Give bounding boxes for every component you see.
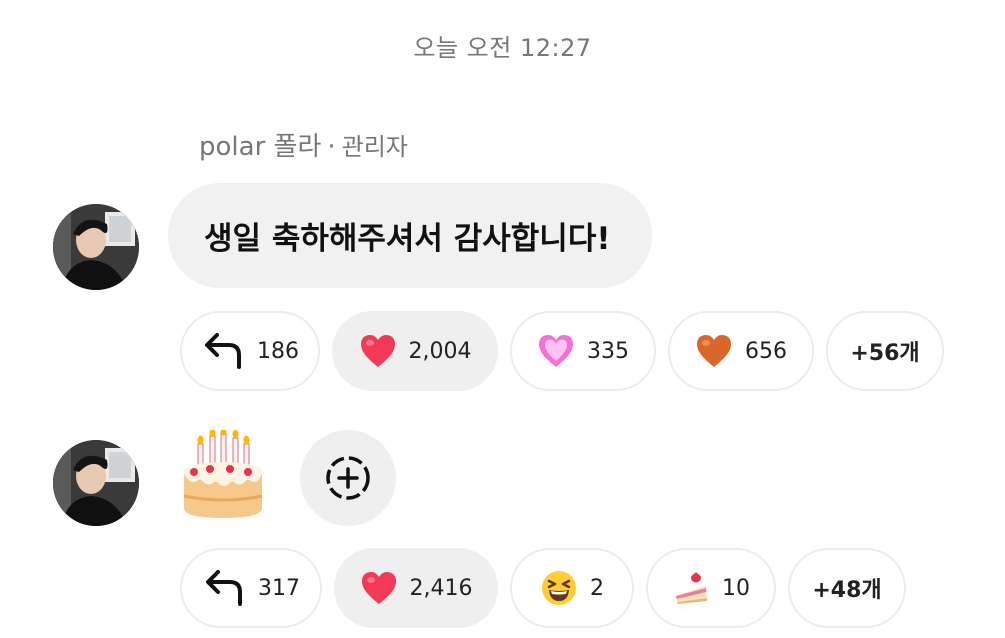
reply-arrow-icon: [205, 333, 241, 369]
more-reactions-button[interactable]: +56개: [826, 311, 944, 391]
message-bubble[interactable]: 생일 축하해주셔서 감사합니다!: [168, 183, 652, 288]
reply-count: 186: [257, 338, 299, 364]
add-reaction-button[interactable]: [300, 430, 396, 526]
reaction-count: 656: [745, 338, 787, 364]
sender-separator: ·: [327, 132, 336, 162]
orange-heart-icon: [697, 335, 731, 367]
avatar[interactable]: [53, 204, 139, 290]
reaction-chip[interactable]: 2,004: [332, 311, 498, 391]
reply-button[interactable]: 317: [180, 548, 322, 628]
reply-button[interactable]: 186: [180, 311, 320, 391]
reaction-chip[interactable]: 2: [510, 548, 634, 628]
avatar[interactable]: [53, 440, 139, 526]
reaction-bar: 317 2,416 2 10 +48개: [180, 548, 906, 628]
avatar-photo: [53, 204, 139, 290]
reaction-chip[interactable]: 10: [646, 548, 776, 628]
red-heart-icon: [360, 335, 395, 367]
chat-view: 오늘 오전 12:27 polar 폴라 · 관리자 생일 축하해주셔서 감사합니다…: [0, 0, 1005, 638]
sender-role: 관리자: [341, 133, 408, 161]
grinning-squinting-face-icon: [542, 571, 576, 605]
more-reactions-button[interactable]: +48개: [788, 548, 906, 628]
pink-sparkling-heart-icon: [539, 335, 573, 367]
shortcake-icon: [675, 572, 707, 604]
birthday-cake-icon: [183, 428, 263, 518]
date-divider: 오늘 오전 12:27: [413, 34, 592, 62]
reply-count: 317: [258, 575, 300, 601]
reaction-count: 2: [590, 575, 604, 601]
more-reactions-count: +56개: [850, 341, 920, 366]
reaction-bar: 186 2,004 335 656 +56개: [180, 311, 944, 391]
avatar-photo: [53, 440, 139, 526]
reaction-count: 335: [587, 338, 629, 364]
reaction-count: 2,004: [408, 338, 472, 364]
add-reaction-icon: [326, 456, 370, 500]
birthday-cake-sticker[interactable]: [180, 428, 266, 520]
reply-arrow-icon: [206, 570, 242, 606]
reaction-count: 10: [722, 575, 750, 601]
reaction-chip[interactable]: 2,416: [334, 548, 498, 628]
reaction-count: 2,416: [409, 575, 473, 601]
red-heart-icon: [361, 572, 396, 604]
more-reactions-count: +48개: [812, 578, 882, 603]
sender-name[interactable]: polar 폴라: [199, 132, 321, 162]
sender-header: polar 폴라 · 관리자: [199, 126, 408, 163]
reaction-chip[interactable]: 335: [510, 311, 656, 391]
reaction-chip[interactable]: 656: [668, 311, 814, 391]
